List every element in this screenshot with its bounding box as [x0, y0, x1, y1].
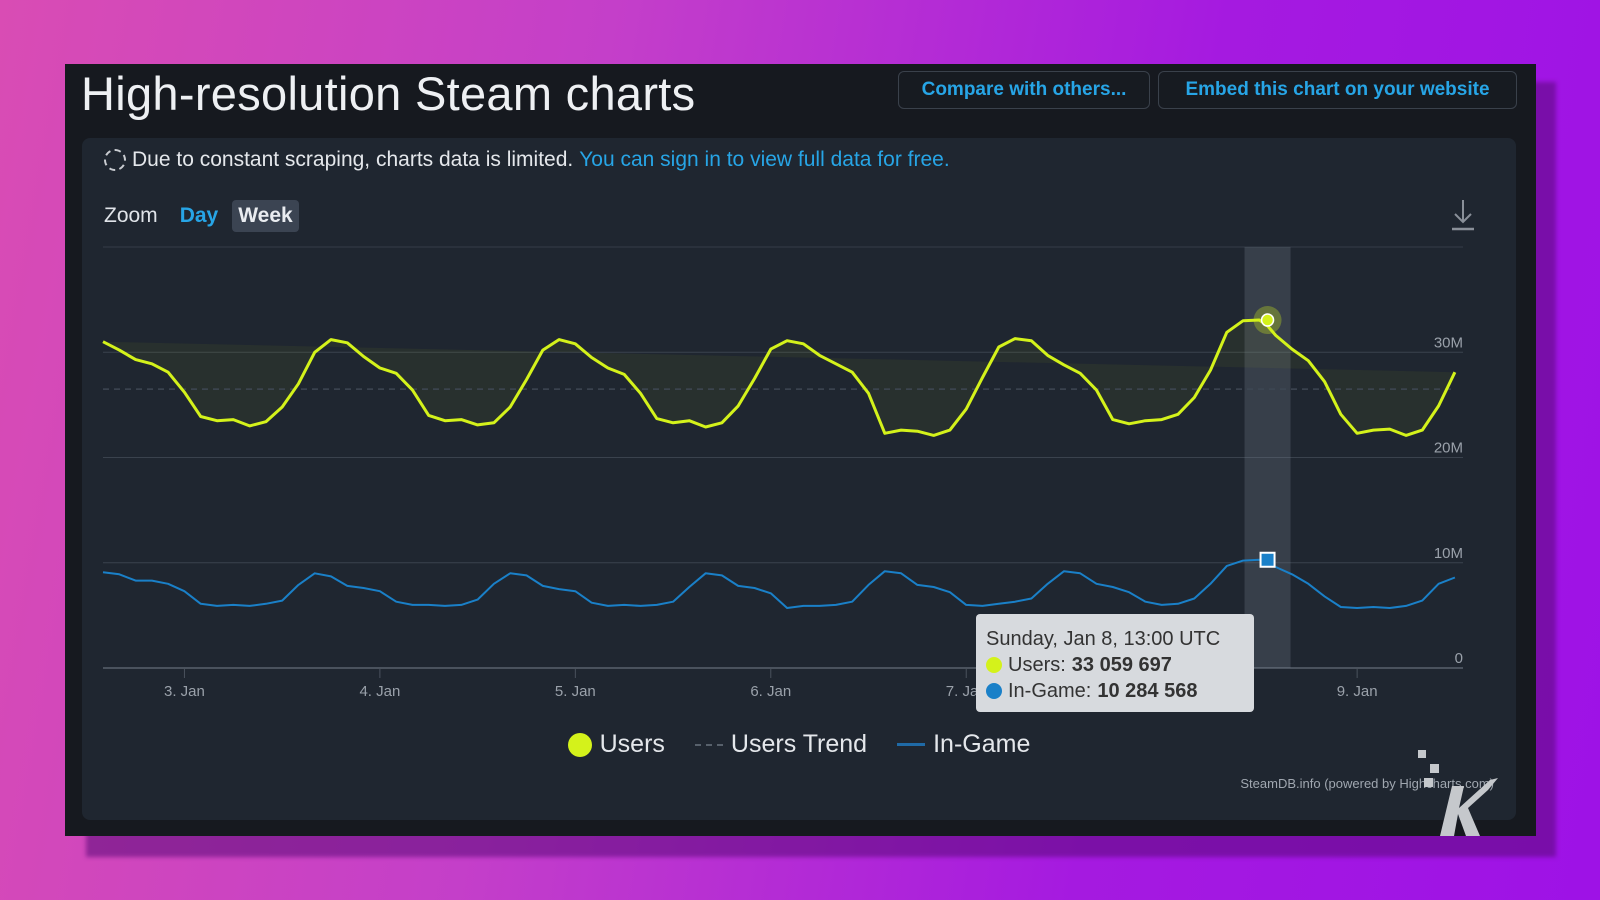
- tooltip-users-label: Users:: [1008, 654, 1066, 676]
- tooltip-ingame-label: In-Game:: [1008, 680, 1092, 702]
- tooltip-ingame-value: 10 284 568: [1097, 680, 1198, 702]
- legend-trend-marker-icon: [694, 743, 723, 746]
- legend-item-users[interactable]: Users: [567, 730, 665, 759]
- legend-users-marker-icon: [567, 732, 592, 757]
- chart-tooltip: Sunday, Jan 8, 13:00 UTC Users: 33 059 6…: [976, 614, 1254, 712]
- x-tick-label: 4. Jan: [359, 683, 400, 700]
- tooltip-users-value: 33 059 697: [1071, 654, 1172, 676]
- tooltip-row-users: Users: 33 059 697: [986, 652, 1244, 678]
- legend-ingame-marker-icon: [897, 743, 926, 746]
- x-tick-label: 5. Jan: [555, 683, 596, 700]
- tooltip-row-ingame: In-Game: 10 284 568: [986, 678, 1244, 704]
- chart-legend: Users Users Trend In-Game: [82, 730, 1516, 759]
- legend-item-users-trend[interactable]: Users Trend: [694, 730, 868, 759]
- tooltip-title: Sunday, Jan 8, 13:00 UTC: [986, 628, 1221, 650]
- page-title: High-resolution Steam charts: [81, 67, 696, 120]
- in-game-hover-point: [1259, 551, 1276, 568]
- line-chart: 010M20M30M3. Jan 4. Jan 5. Jan 6. Jan 7. Jan…: [102, 246, 1463, 700]
- app-frame: High-resolution Steam charts Compare wit…: [65, 64, 1536, 836]
- legend-item-in-game[interactable]: In-Game: [897, 730, 1030, 759]
- x-tick-label: 6. Jan: [750, 683, 791, 700]
- compare-button[interactable]: Compare with others...: [898, 71, 1150, 109]
- y-tick-label: 0: [1455, 650, 1463, 667]
- legend-users-label: Users: [599, 730, 665, 758]
- users-dot-icon: [986, 657, 1002, 673]
- x-tick-label: 3. Jan: [164, 683, 205, 700]
- x-tick-label: 9. Jan: [1337, 683, 1378, 700]
- y-tick-label: 10M: [1434, 545, 1463, 562]
- chart-panel: Due to constant scraping, charts data is…: [82, 138, 1516, 820]
- ingame-dot-icon: [986, 683, 1002, 699]
- y-tick-label: 20M: [1434, 440, 1463, 457]
- users-hover-point: [1260, 313, 1275, 327]
- legend-trend-label: Users Trend: [730, 730, 868, 758]
- legend-ingame-label: In-Game: [933, 730, 1031, 758]
- y-tick-label: 30M: [1434, 334, 1463, 351]
- embed-button[interactable]: Embed this chart on your website: [1158, 71, 1517, 109]
- k-logo-icon: [1418, 750, 1498, 836]
